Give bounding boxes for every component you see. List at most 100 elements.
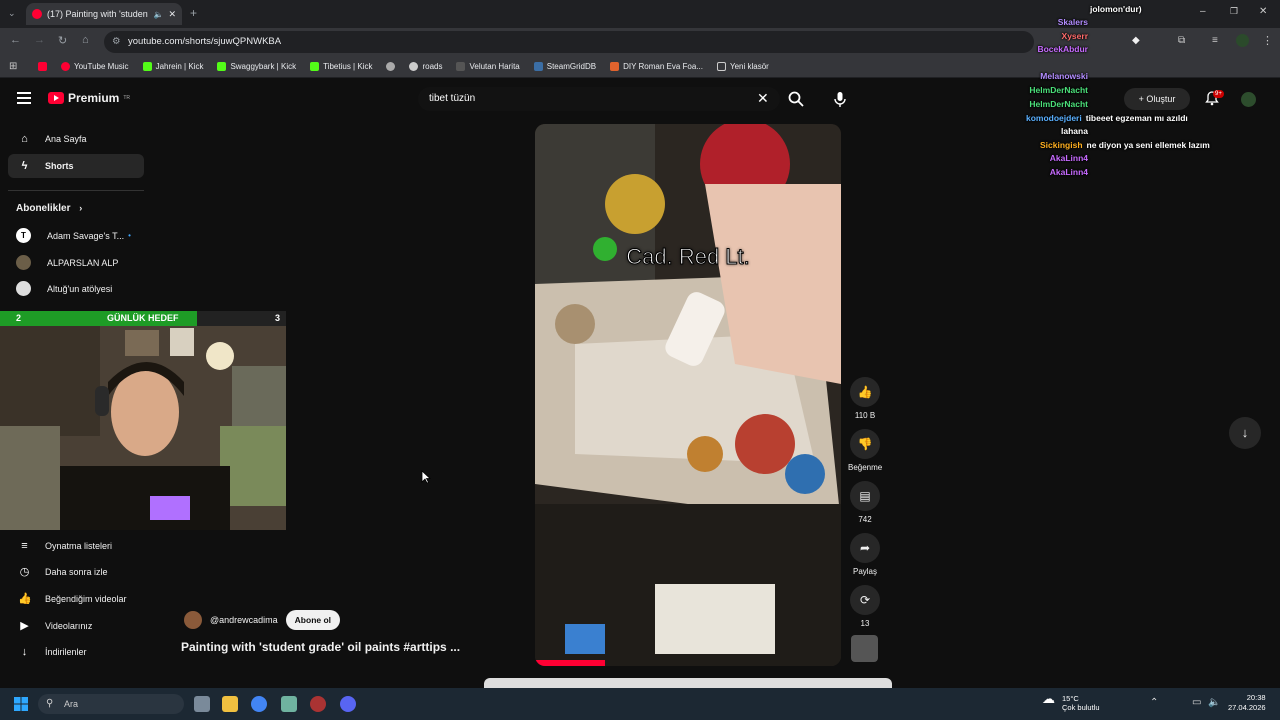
remix-icon: ⟳ xyxy=(850,585,880,615)
extension-diamond-icon[interactable]: ◆ xyxy=(1132,35,1140,46)
bookmark-velutan[interactable]: Velutan Harita xyxy=(456,62,520,71)
globe-icon xyxy=(409,62,419,71)
hamburger-menu-icon[interactable] xyxy=(17,92,31,104)
taskbar-clock[interactable]: 20:38 27.04.2026 xyxy=(1228,693,1266,713)
subscription-item[interactable]: T Adam Savage's T... • xyxy=(16,228,131,243)
subscription-item[interactable]: Altuğ'un atölyesi xyxy=(16,281,112,296)
sidebar-item-label: Daha sonra izle xyxy=(45,567,108,577)
remix-button[interactable]: ⟳ 13 xyxy=(848,585,882,628)
clear-search-icon[interactable]: ✕ xyxy=(757,90,769,107)
share-arrow-icon: ➦ xyxy=(850,533,880,563)
dislike-button[interactable]: 👎 Beğenme xyxy=(848,429,882,472)
apps-grid-icon[interactable]: ⊞ xyxy=(9,61,17,72)
back-arrow-icon[interactable]: ← xyxy=(10,34,21,46)
like-button[interactable]: 👍 110 B xyxy=(848,377,882,420)
file-explorer-icon[interactable] xyxy=(222,696,238,712)
bookmark-roads[interactable]: roads xyxy=(409,62,442,71)
bookmark-youtube-music[interactable]: YouTube Music xyxy=(61,62,129,71)
subscriptions-heading[interactable]: Abonelikler › xyxy=(16,203,82,214)
url-field[interactable]: ⚙ youtube.com/shorts/sjuwQPNWKBA xyxy=(104,31,1034,53)
bookmark-diy[interactable]: DIY Roman Eva Foa... xyxy=(610,62,703,71)
task-view-icon[interactable] xyxy=(194,696,210,712)
video-frame xyxy=(535,124,841,666)
channel-handle[interactable]: @andrewcadima xyxy=(210,615,278,625)
volume-icon[interactable]: 🔈 xyxy=(1208,697,1220,708)
video-title[interactable]: Painting with 'student grade' oil paints… xyxy=(181,640,460,654)
channel-name: Adam Savage's T... xyxy=(47,230,125,241)
search-icon[interactable] xyxy=(787,90,805,108)
channel-avatar: T xyxy=(16,228,31,243)
sidebar-item-watch-later[interactable]: ◷ Daha sonra izle xyxy=(8,560,144,584)
bookmark-swaggybark[interactable]: Swaggybark | Kick xyxy=(217,62,296,71)
share-label: Paylaş xyxy=(852,567,877,576)
more-vertical-icon[interactable]: ⋮ xyxy=(1262,34,1273,47)
bookmark-globe[interactable] xyxy=(386,62,396,71)
sidebar-item-playlists[interactable]: ≡ Oynatma listeleri xyxy=(8,534,144,558)
sidebar-item-label: Shorts xyxy=(45,161,74,171)
sound-thumbnail[interactable] xyxy=(851,635,878,662)
menu-lines-icon[interactable]: ≡ xyxy=(1212,35,1218,46)
site-info-icon[interactable]: ⚙ xyxy=(112,31,121,53)
bookmarks-bar: ⊞ YouTube Music Jahrein | Kick Swaggybar… xyxy=(0,56,1280,78)
subscription-item[interactable]: ALPARSLAN ALP xyxy=(16,255,118,270)
browser-tab[interactable]: (17) Painting with 'student 🔈 ✕ xyxy=(26,3,182,25)
new-tab-plus-icon[interactable]: + xyxy=(190,6,197,20)
share-button[interactable]: ➦ Paylaş xyxy=(848,533,882,576)
cloud-icon: ☁ xyxy=(1042,691,1055,706)
tab-close-icon[interactable]: ✕ xyxy=(168,9,176,20)
app-icon[interactable] xyxy=(281,696,297,712)
taskbar-search-placeholder: Ara xyxy=(64,699,79,709)
chevron-up-icon[interactable]: ⌃ xyxy=(1150,697,1158,708)
youtube-logo[interactable]: Premium TR xyxy=(48,91,130,105)
channel-avatar[interactable] xyxy=(184,611,202,629)
bookmark-tibetius[interactable]: Tibetius | Kick xyxy=(310,62,372,71)
bookmark-youtube[interactable] xyxy=(38,62,47,71)
subscribe-button[interactable]: Abone ol xyxy=(285,610,341,630)
chat-username: HelmDerNacht xyxy=(1029,99,1088,109)
sidebar-item-shorts[interactable]: ϟ Shorts xyxy=(8,154,144,178)
home-icon[interactable]: ⌂ xyxy=(82,34,89,46)
forward-arrow-icon[interactable]: → xyxy=(34,34,45,46)
discord-icon[interactable] xyxy=(340,696,356,712)
like-count: 110 B xyxy=(854,411,876,420)
sidebar-item-liked[interactable]: 👍 Beğendiğim videolar xyxy=(8,587,144,611)
chat-message: HelmDerNacht xyxy=(1029,99,1088,109)
taskbar-search-input[interactable]: ⚲ Ara xyxy=(38,694,184,714)
sidebar-item-home[interactable]: ⌂ Ana Sayfa xyxy=(8,127,144,151)
dislike-label: Beğenme xyxy=(848,463,883,472)
bookmark-jahrein[interactable]: Jahrein | Kick xyxy=(142,62,203,71)
next-video-button[interactable]: ↓ xyxy=(1229,417,1261,449)
microphone-icon[interactable] xyxy=(830,89,850,109)
search-input[interactable]: tibet tüzün xyxy=(418,87,780,111)
app-icon[interactable] xyxy=(310,696,326,712)
shorts-video-player[interactable] xyxy=(535,124,841,666)
sidebar-item-your-videos[interactable]: ▶ Videolarınız xyxy=(8,614,144,638)
reload-icon[interactable]: ↻ xyxy=(58,34,67,47)
chevron-right-icon: › xyxy=(79,203,83,213)
windows-start-icon[interactable] xyxy=(13,696,29,712)
video-square-icon: ▶ xyxy=(20,619,29,632)
bookmark-steamgriddb[interactable]: SteamGridDB xyxy=(533,62,596,71)
tab-audio-icon[interactable]: 🔈 xyxy=(153,10,163,19)
create-button[interactable]: + Oluştur xyxy=(1124,88,1190,110)
comments-button[interactable]: ▤ 742 xyxy=(848,481,882,524)
minimize-icon[interactable]: – xyxy=(1200,6,1206,17)
remix-count: 13 xyxy=(860,619,870,628)
profile-avatar[interactable] xyxy=(1236,34,1249,47)
bookmark-folder[interactable]: Yeni klasör xyxy=(717,62,769,71)
chat-message: BocekAbdur xyxy=(1037,44,1088,54)
close-window-icon[interactable]: ✕ xyxy=(1259,6,1267,17)
network-icon[interactable]: ▭ xyxy=(1192,697,1201,708)
chat-message: Xyserr xyxy=(1062,31,1088,41)
chrome-icon[interactable] xyxy=(251,696,267,712)
extensions-puzzle-icon[interactable]: ⧉ xyxy=(1178,35,1185,46)
tab-list-icon[interactable]: ⌄ xyxy=(8,8,16,19)
chat-username: Melanowski xyxy=(1040,71,1088,81)
mouse-cursor-icon xyxy=(421,470,431,484)
sidebar-item-downloads[interactable]: ↓ İndirilenler xyxy=(8,640,144,664)
streamer-webcam xyxy=(0,326,286,530)
weather-widget[interactable]: ☁ 15°C Çok bulutlu xyxy=(1042,692,1100,712)
goal-target: 3 xyxy=(275,313,281,323)
account-avatar[interactable] xyxy=(1241,92,1256,107)
maximize-icon[interactable]: ❐ xyxy=(1230,6,1238,17)
